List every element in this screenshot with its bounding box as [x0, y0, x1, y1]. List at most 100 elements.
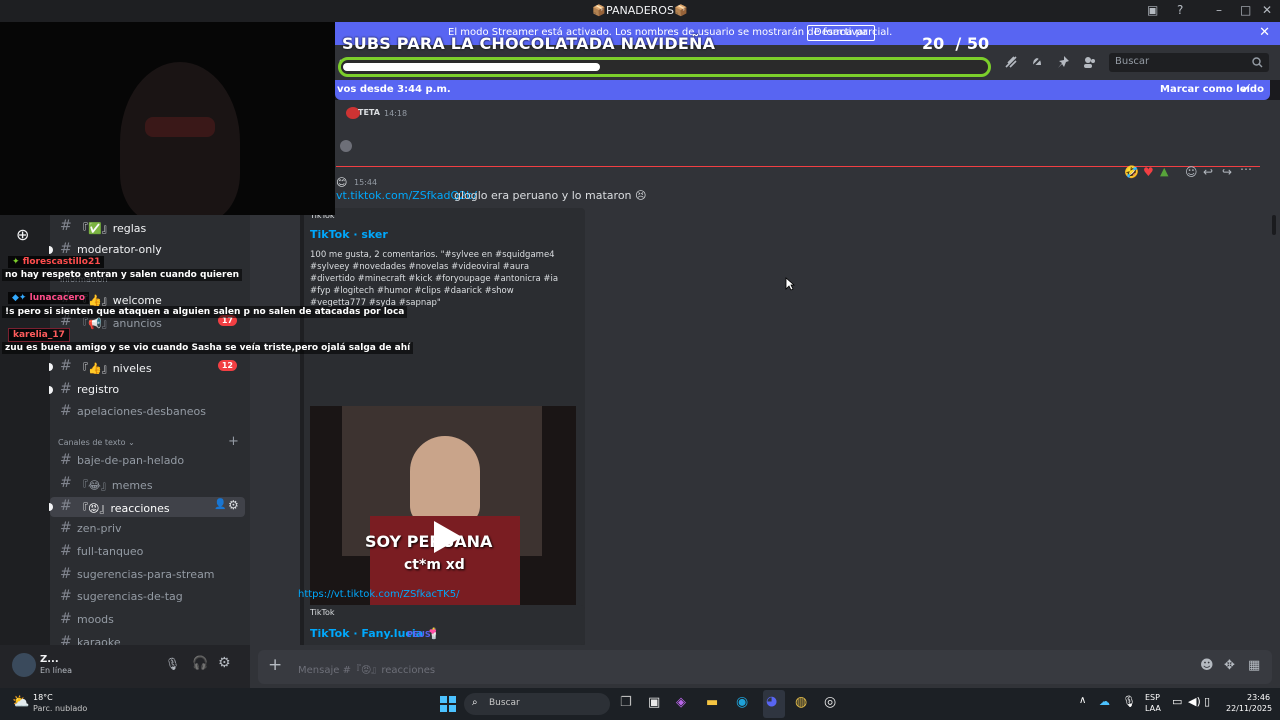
clock-time[interactable]: 23:46: [1247, 693, 1270, 702]
add-attachment-icon[interactable]: +: [268, 655, 282, 675]
copilot-icon[interactable]: ◈: [676, 695, 686, 710]
embed-tag: PEUS: [407, 630, 431, 639]
gift-icon[interactable]: ☻: [1200, 658, 1214, 673]
search-input[interactable]: Buscar: [1109, 53, 1269, 72]
video-caption-2: ct*m xd: [404, 557, 465, 573]
message-input[interactable]: + Mensaje #『😡』reacciones ☻ ✥ ▦: [258, 650, 1272, 684]
channel-registro[interactable]: # registro: [49, 380, 245, 400]
notifications-muted-icon[interactable]: [1030, 55, 1044, 69]
close-window-button[interactable]: ✕: [1262, 3, 1272, 17]
clock-date[interactable]: 22/11/2025: [1226, 704, 1272, 713]
category-header[interactable]: Canales de texto ⌄: [58, 438, 135, 447]
unread-badge: 12: [217, 360, 237, 371]
gear-icon[interactable]: ⚙: [228, 498, 239, 512]
overlay-count: 20 / 50: [922, 34, 990, 53]
help-icon[interactable]: ?: [1177, 3, 1183, 17]
add-server-icon[interactable]: ⊕: [16, 225, 29, 244]
channel-sugerencias-de-tag[interactable]: # sugerencias-de-tag: [50, 587, 245, 607]
invite-icon[interactable]: 👤: [214, 499, 226, 510]
battery-icon[interactable]: ▯: [1204, 695, 1210, 708]
taskbar-search[interactable]: ⌕ Buscar: [464, 693, 610, 715]
apps-icon[interactable]: ✥: [1224, 658, 1235, 673]
add-channel-icon[interactable]: +: [228, 434, 239, 449]
weather-icon[interactable]: ⛅: [12, 694, 29, 710]
lang-layout[interactable]: LAA: [1145, 704, 1161, 713]
laugh-reaction-icon[interactable]: 🤣: [1124, 165, 1139, 179]
message-actions-toolbar: 🤣 ♥ ▲ ☺ ↩ ↪ ⋯: [1120, 162, 1260, 182]
taskbar-search-label: Buscar: [489, 698, 520, 708]
pin-icon[interactable]: [1057, 55, 1071, 69]
volume-icon[interactable]: ◀): [1188, 695, 1201, 708]
sticker-reaction-icon[interactable]: ▲: [1160, 165, 1168, 178]
scrollbar[interactable]: [1272, 215, 1276, 235]
lang-code[interactable]: ESP: [1145, 693, 1160, 702]
composer-area: + Mensaje #『😡』reacciones ☻ ✥ ▦: [250, 645, 1280, 688]
channel-apelaciones-desbaneos[interactable]: # apelaciones-desbaneos: [50, 402, 245, 422]
task-view-icon[interactable]: ❐: [620, 695, 632, 710]
search-icon: [1252, 57, 1263, 68]
reply-icon[interactable]: ↩: [1203, 165, 1213, 179]
new-messages-bar[interactable]: vos desde 3:44 p.m. Marcar como leído ✔: [335, 80, 1270, 100]
search-placeholder: Buscar: [1115, 56, 1150, 67]
message-placeholder: Mensaje #『😡』reacciones: [298, 665, 436, 676]
settings-icon[interactable]: ⚙: [218, 655, 231, 671]
network-icon[interactable]: ▭: [1172, 695, 1182, 708]
message-list: TETA 14:18 🤣 ♥ ▲ ☺ ↩ ↪ ⋯ 😊 15:44 vt.tikt…: [250, 100, 1280, 685]
emoji-icon: 😊: [336, 176, 348, 189]
channel-reglas[interactable]: # 『✅』reglas: [50, 217, 245, 237]
add-reaction-icon[interactable]: ☺: [1185, 165, 1198, 179]
more-options-icon[interactable]: ⋯: [1240, 162, 1252, 176]
channel-niveles[interactable]: # 『👍』niveles 12: [49, 357, 245, 377]
threads-icon[interactable]: [1004, 55, 1018, 69]
forward-icon[interactable]: ↪: [1222, 165, 1232, 179]
app-icon[interactable]: ◍: [795, 694, 807, 710]
channel-baje-de-pan-helado[interactable]: # baje-de-pan-helado: [50, 451, 245, 471]
windows-start-icon[interactable]: [440, 696, 456, 712]
mic-tray-icon[interactable]: 🎙: [1122, 695, 1136, 708]
channel-moods[interactable]: # moods: [50, 610, 245, 630]
channel-memes[interactable]: # 『😂』memes: [50, 474, 245, 494]
obs-icon[interactable]: ◎: [824, 694, 836, 710]
embed-provider: TikTok: [310, 608, 335, 617]
discord-icon: ◕: [766, 694, 778, 709]
tray-chevron-icon[interactable]: ∧: [1079, 695, 1086, 706]
channel-sugerencias-para-stream[interactable]: # sugerencias-para-stream: [50, 565, 245, 585]
minimize-button[interactable]: –: [1216, 3, 1222, 17]
inbox-icon[interactable]: ▣: [1147, 3, 1158, 17]
member-list-icon[interactable]: [1083, 55, 1097, 69]
webcam-overlay: [0, 22, 335, 215]
message-text: gloglo era peruano y lo mataron 😣: [454, 189, 647, 202]
play-icon[interactable]: [430, 519, 464, 555]
microphone-icon[interactable]: 🎙: [165, 657, 180, 671]
disable-streamer-button[interactable]: Desactivar: [807, 25, 875, 41]
heart-reaction-icon[interactable]: ♥: [1143, 165, 1154, 179]
face-shape: [410, 436, 480, 526]
tiktok-link-2[interactable]: https://vt.tiktok.com/ZSfkacTK5/: [298, 589, 459, 600]
new-messages-text: vos desde 3:44 p.m.: [337, 84, 451, 95]
overlay-chat-message: !s pero si sienten que ataquen a alguien…: [2, 306, 408, 318]
edge-icon[interactable]: ◉: [736, 694, 748, 710]
discord-taskbar-item[interactable]: ◕: [763, 690, 785, 718]
channel-full-tanqueo[interactable]: # full-tanqueo: [50, 542, 245, 562]
close-banner-icon[interactable]: ✕: [1259, 25, 1270, 40]
channel-karaoke[interactable]: # karaoke: [50, 633, 245, 645]
file-explorer-icon[interactable]: ▬: [706, 695, 718, 710]
mark-read-icon: ✔: [1241, 83, 1251, 96]
reaction-icon[interactable]: [340, 140, 352, 152]
gift-box-icon[interactable]: ▦: [1248, 658, 1260, 673]
avatar[interactable]: [12, 653, 36, 677]
message-time: 15:44: [354, 178, 378, 187]
maximize-button[interactable]: □: [1240, 3, 1251, 17]
username: Z...: [40, 654, 59, 665]
overlay-chat-message: zuu es buena amigo y se vio cuando Sasha…: [2, 342, 414, 354]
channel-reacciones[interactable]: # 『😡』reacciones 👤 ⚙: [49, 497, 245, 517]
mouse-cursor: [785, 277, 795, 291]
cloud-icon[interactable]: ☁: [1099, 695, 1110, 708]
headphones-icon[interactable]: 🎧: [192, 656, 208, 671]
user-panel: Z... En línea 🎙 🎧 ⚙: [0, 645, 250, 688]
channel-zen-priv[interactable]: # zen-priv: [50, 519, 245, 539]
store-icon[interactable]: ▣: [648, 695, 660, 710]
embed-title[interactable]: TikTok · sker: [310, 228, 388, 241]
weather-temp: 18°C: [33, 693, 53, 702]
tiktok-embed-2: TikTok TikTok · Fany.lucia 🕯️ PEUS ❤: [300, 605, 585, 645]
